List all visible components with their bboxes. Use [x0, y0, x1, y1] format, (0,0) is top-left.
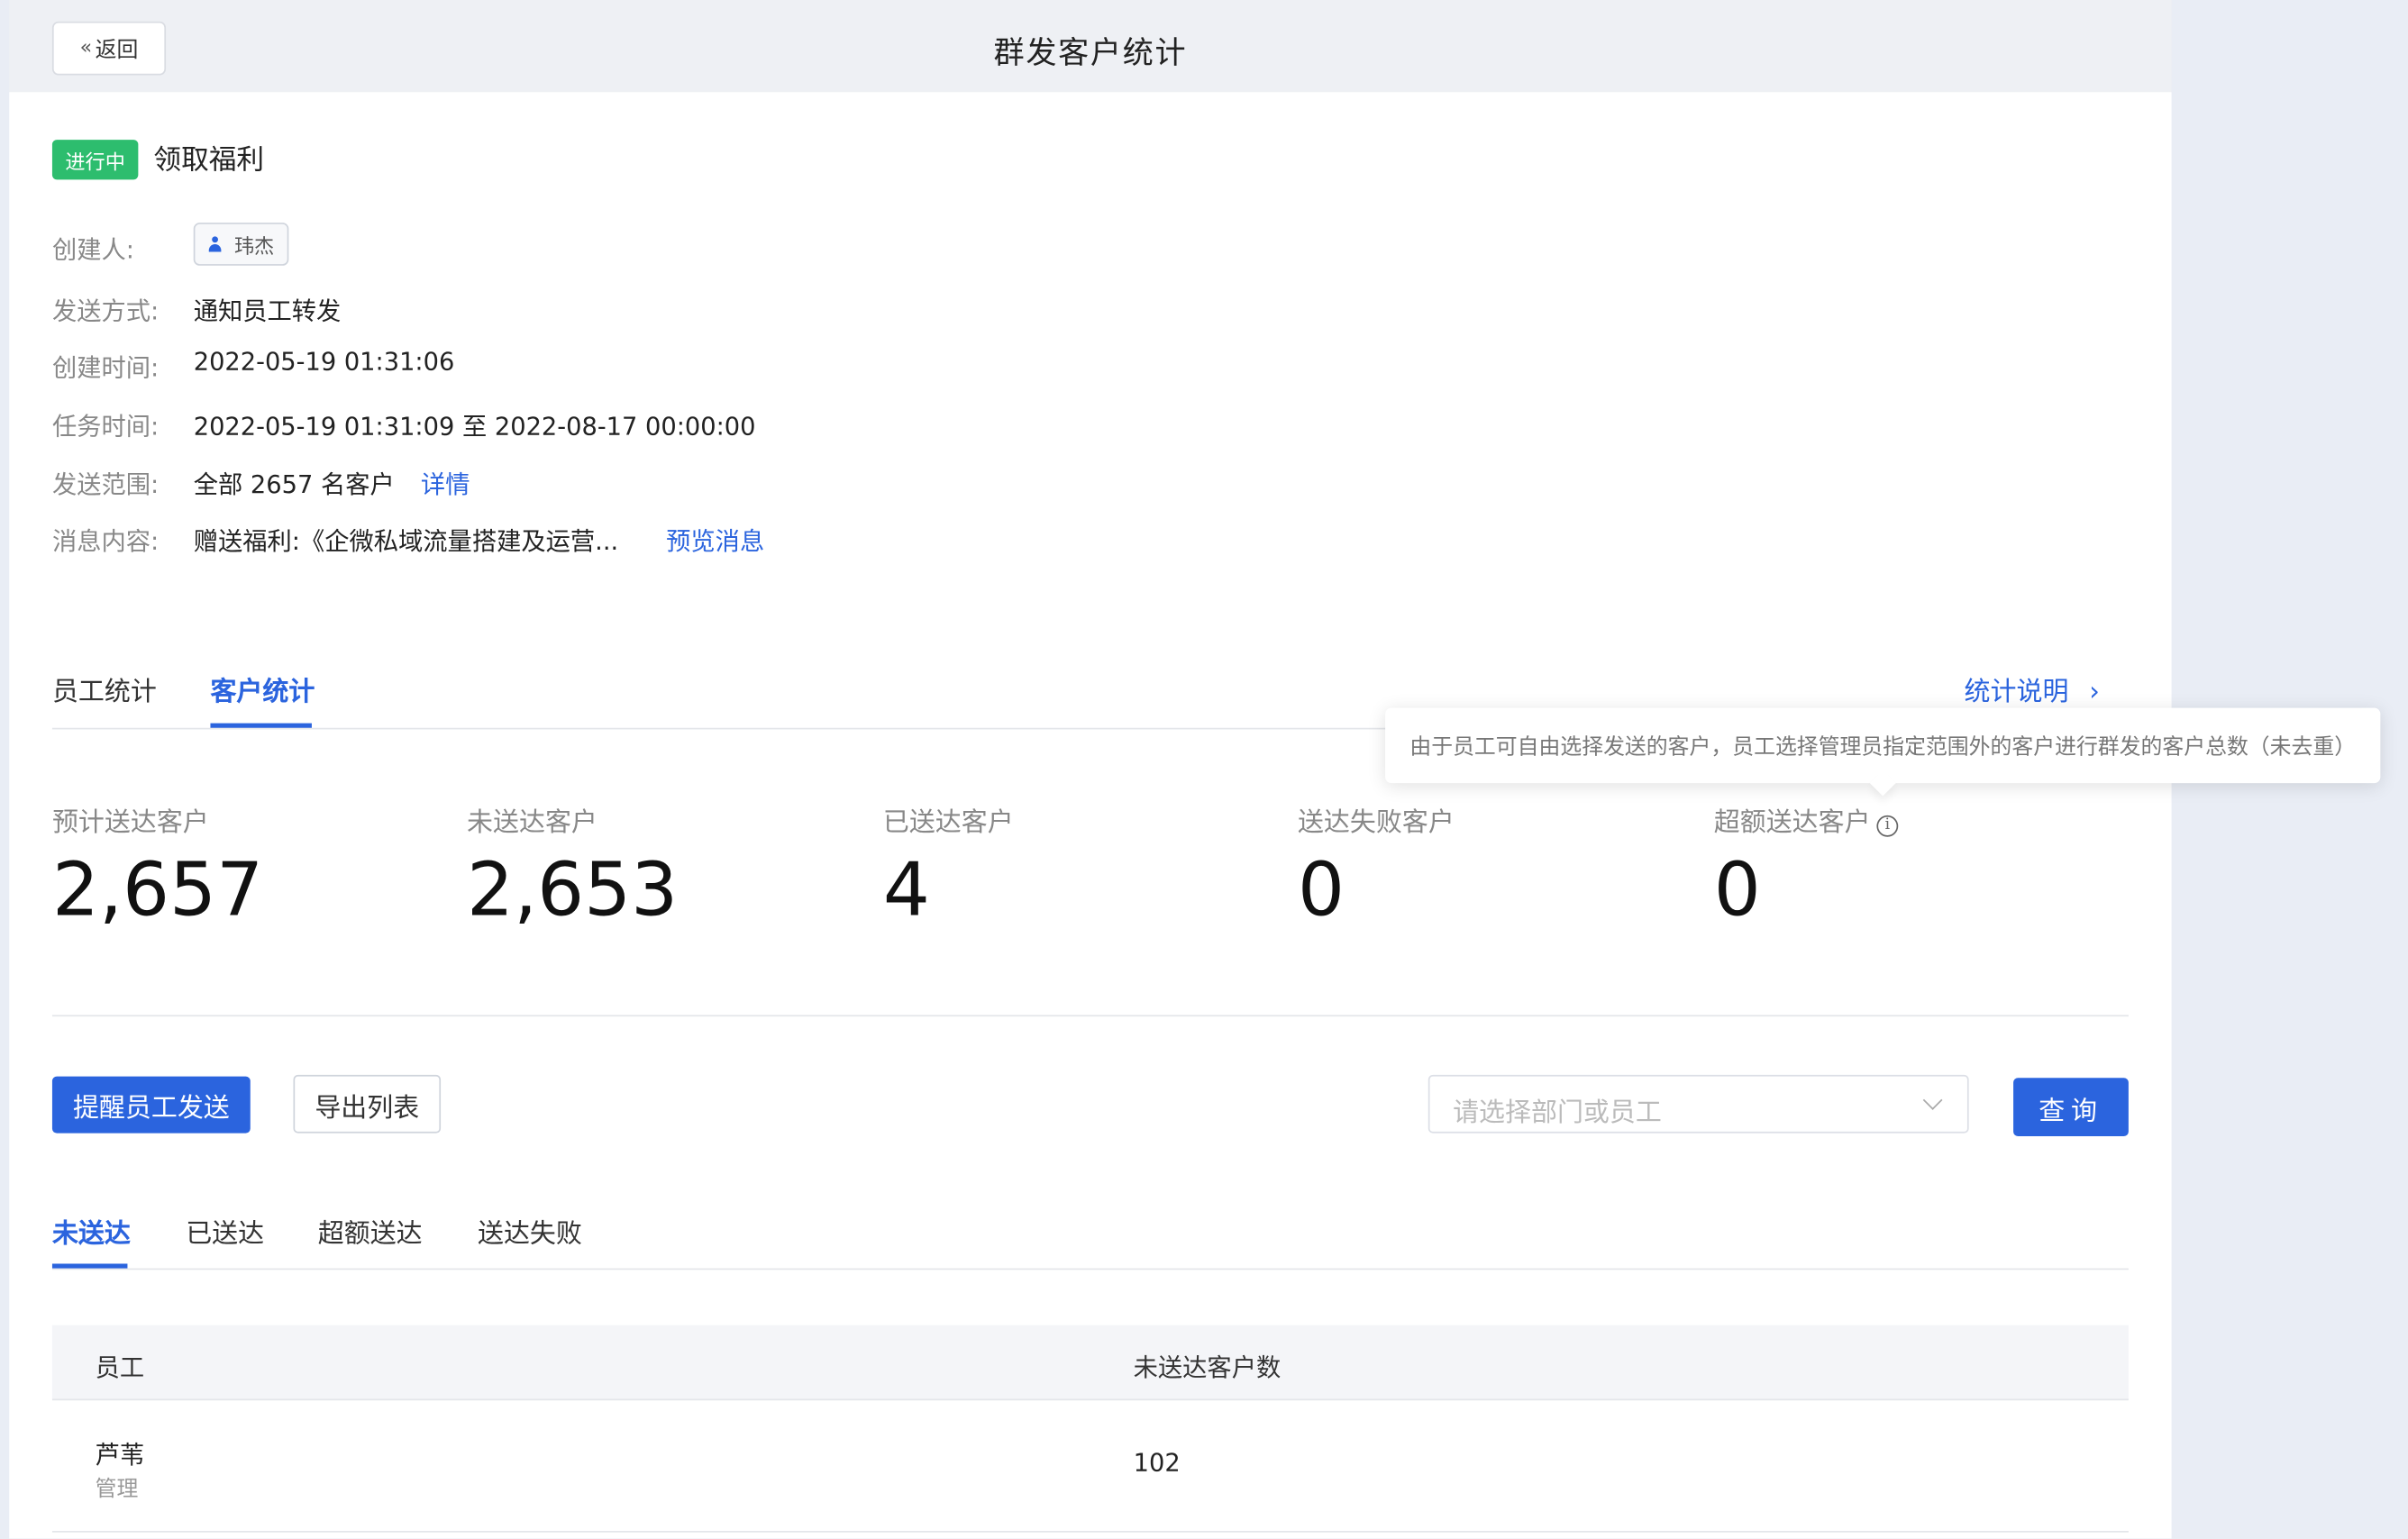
stat-label-expected: 预计送达客户: [51, 807, 209, 839]
column-header-employee: 员工: [95, 1352, 145, 1382]
tab-excess-delivered[interactable]: 超额送达: [318, 1212, 423, 1250]
undelivered-count: 102: [1133, 1447, 1181, 1478]
query-button[interactable]: 查询: [2013, 1078, 2129, 1137]
scope-value: 全部 2657 名客户 详情: [194, 464, 470, 501]
page-title: 群发客户统计: [993, 33, 1188, 71]
scope-label: 发送范围:: [51, 469, 160, 499]
creator-name: 玮杰: [233, 235, 275, 260]
stat-value-excess: 0: [1713, 847, 1761, 934]
excess-info-tooltip: 由于员工可自由选择发送的客户，员工选择管理员指定范围外的客户进行群发的客户总数（…: [1385, 707, 2381, 797]
active-tab-indicator: [210, 723, 312, 728]
chevron-down-icon: [1922, 1090, 1943, 1110]
table-header: 员工 未送达客户数: [51, 1325, 2129, 1401]
column-header-undelivered-count: 未送达客户数: [1133, 1352, 1282, 1382]
stat-label-excess-text: 超额送达客户: [1713, 807, 1871, 839]
stat-value-failed: 0: [1297, 847, 1345, 934]
tab-employee-stats[interactable]: 员工统计: [52, 669, 157, 708]
stat-value-undelivered: 2,653: [467, 847, 679, 934]
stat-value-expected: 2,657: [51, 847, 264, 934]
chevron-right-icon: ›: [2089, 677, 2100, 708]
stats-help-label: 统计说明: [1964, 677, 2069, 708]
info-icon[interactable]: i: [1876, 815, 1899, 837]
remind-employees-button[interactable]: 提醒员工发送: [51, 1076, 251, 1134]
tab-delivered[interactable]: 已送达: [186, 1212, 264, 1250]
scope-text: 全部 2657 名客户: [193, 469, 395, 499]
task-name: 领取福利: [153, 144, 265, 177]
main-panel: 进行中 领取福利 创建人: 玮杰 发送方式: 通知员工转发 创建时间: 2022…: [9, 92, 2172, 1539]
stat-label-excess: 超额送达客户 i: [1713, 800, 1899, 839]
creator-tag: 玮杰: [193, 223, 289, 266]
stats-help-link[interactable]: 统计说明 ›: [1965, 669, 2100, 708]
send-method-label: 发送方式:: [51, 296, 160, 326]
department-employee-select[interactable]: 请选择部门或员工: [1427, 1074, 1969, 1134]
status-badge: 进行中: [51, 140, 139, 180]
section-divider: [51, 1015, 2129, 1017]
tooltip-text: 由于员工可自由选择发送的客户，员工选择管理员指定范围外的客户进行群发的客户总数（…: [1409, 734, 2357, 760]
export-list-button[interactable]: 导出列表: [293, 1074, 442, 1134]
task-time-label: 任务时间:: [51, 411, 160, 442]
stat-label-delivered: 已送达客户: [882, 807, 1014, 839]
app-root: « 返回 群发客户统计 进行中 领取福利 创建人: 玮杰 发送方式: 通知员工转…: [0, 0, 2408, 1539]
stat-label-failed: 送达失败客户: [1297, 807, 1455, 839]
active-subtab-indicator: [51, 1263, 128, 1269]
tab-delivery-failed[interactable]: 送达失败: [478, 1212, 582, 1250]
scope-details-link[interactable]: 详情: [421, 469, 470, 498]
delivery-tabs: 未送达 已送达 超额送达 送达失败: [51, 1198, 2129, 1270]
table-row[interactable]: 芦苇 管理 102: [51, 1400, 2129, 1533]
created-time-value: 2022-05-19 01:31:06: [193, 347, 455, 377]
tab-customer-stats[interactable]: 客户统计: [210, 669, 315, 708]
content-value: 赠送福利:《企微私域流量搭建及运营... 预览消息: [194, 521, 765, 558]
user-icon: [208, 236, 223, 252]
employee-name: 芦苇: [95, 1440, 145, 1470]
content-text: 赠送福利:《企微私域流量搭建及运营...: [193, 526, 619, 556]
stat-value-delivered: 4: [882, 847, 930, 934]
stat-label-undelivered: 未送达客户: [467, 807, 597, 839]
content-label: 消息内容:: [51, 526, 160, 556]
task-time-value: 2022-05-19 01:31:09 至 2022-08-17 00:00:0…: [193, 411, 756, 442]
top-bar: « 返回 群发客户统计: [9, 0, 2172, 93]
tab-undelivered[interactable]: 未送达: [52, 1212, 131, 1250]
created-time-label: 创建时间:: [51, 352, 160, 383]
select-placeholder: 请选择部门或员工: [1453, 1097, 1662, 1129]
employee-department: 管理: [95, 1477, 139, 1502]
preview-message-link[interactable]: 预览消息: [666, 527, 764, 556]
creator-label: 创建人:: [51, 234, 134, 265]
send-method-value: 通知员工转发: [193, 296, 342, 326]
